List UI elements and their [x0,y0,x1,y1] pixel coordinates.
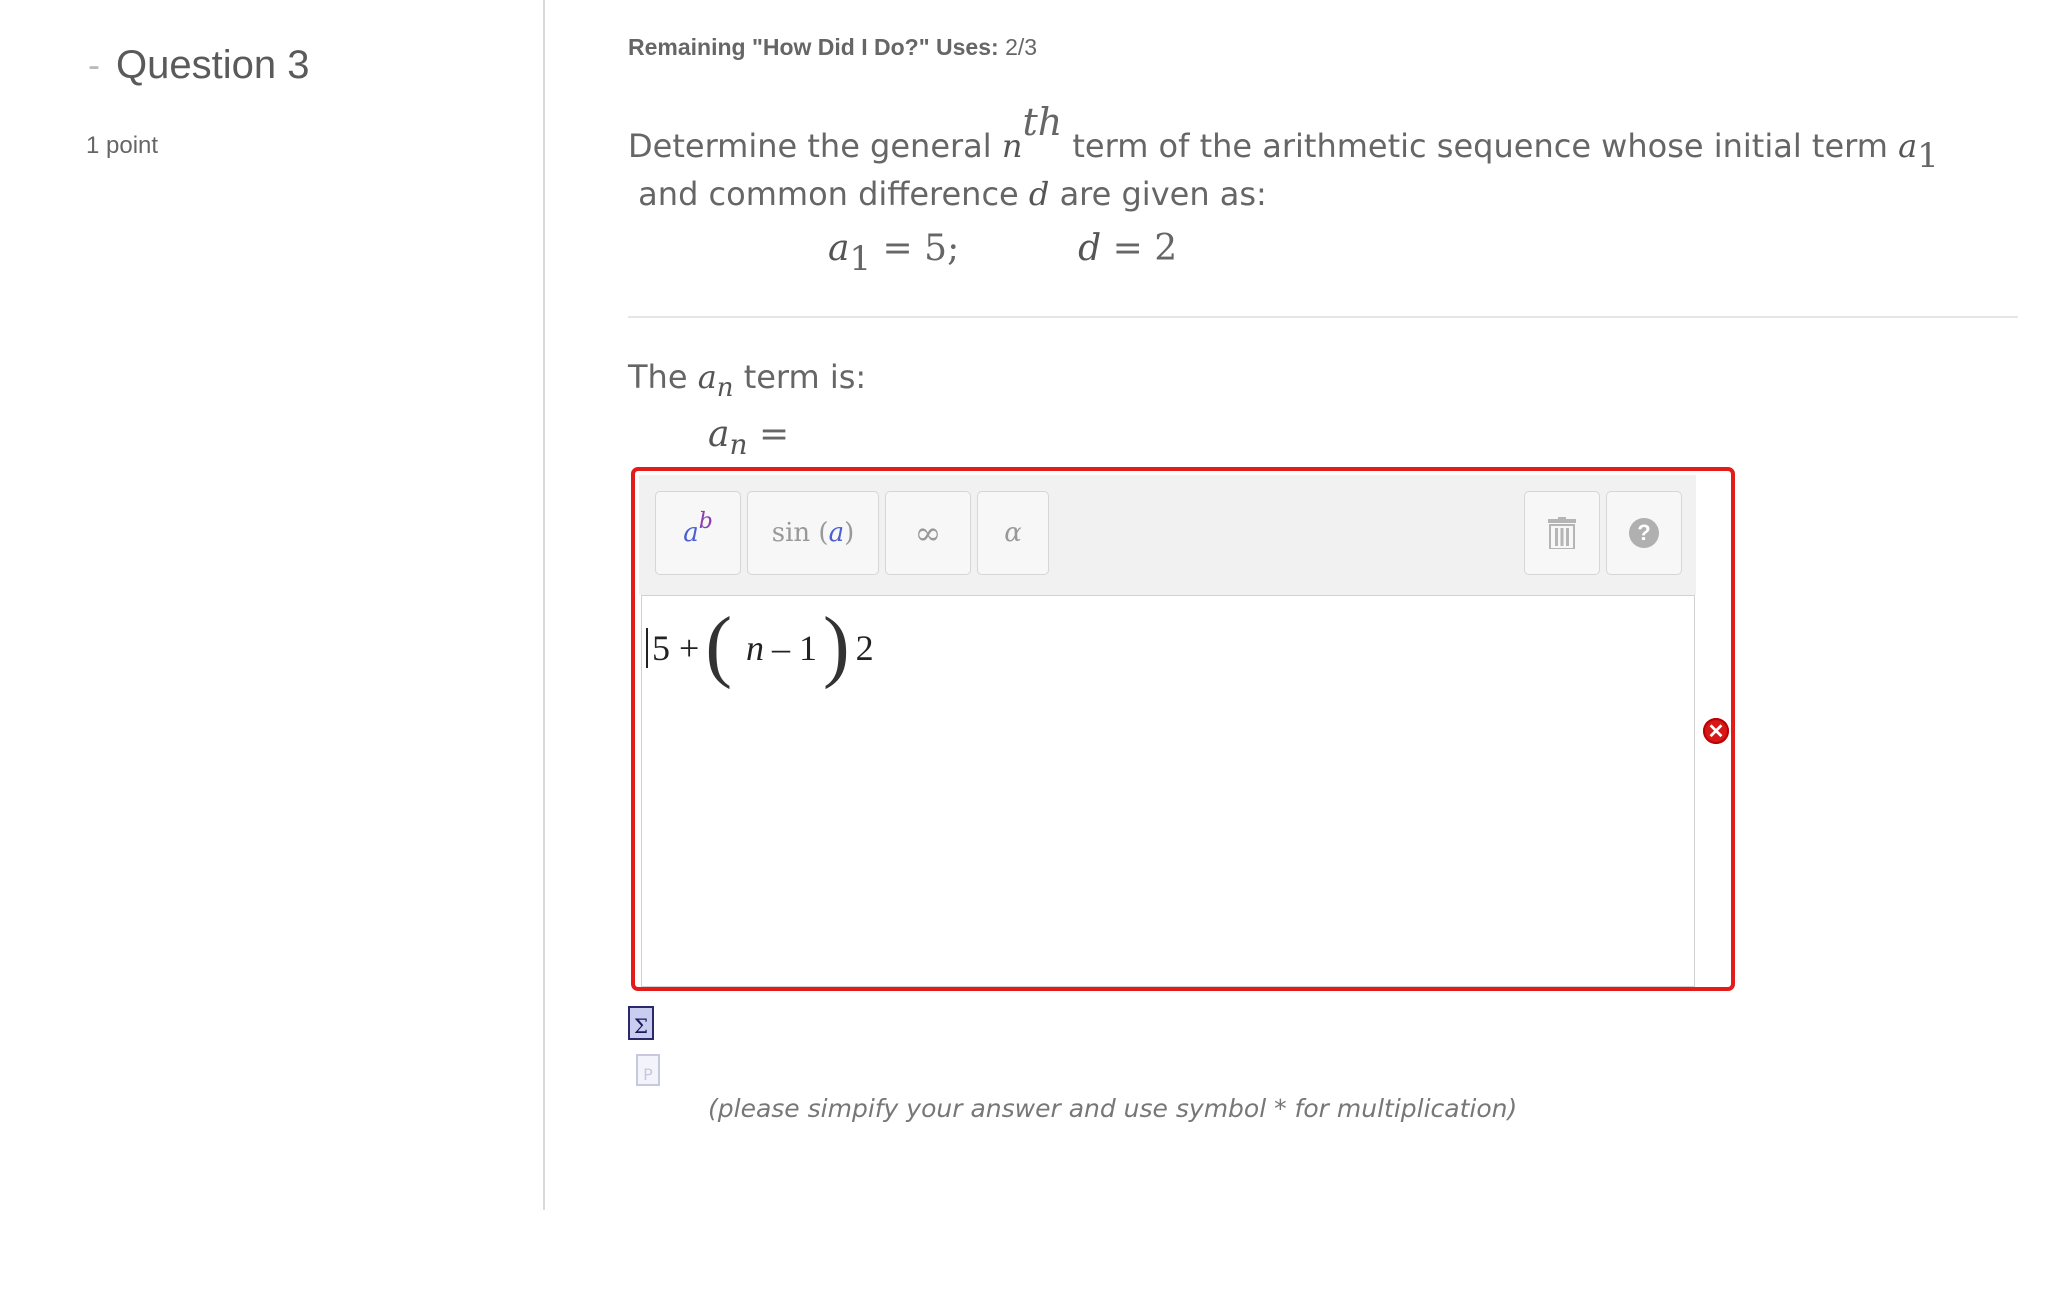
incorrect-status-icon: ✕ [1703,718,1729,744]
function-suffix: ) [844,518,855,548]
help-button[interactable]: ? [1606,491,1682,575]
superscript-exponent: b [698,508,713,534]
given-d-var: d [1078,228,1102,269]
prompt-d-var: d [1028,175,1050,213]
collapse-toggle[interactable]: - [88,45,100,85]
answer-hint: (please simpify your answer and use symb… [708,1094,1518,1123]
given-d-value: = 2 [1101,228,1178,269]
trash-icon [1548,517,1576,549]
answer-label-a-var: a [697,358,717,396]
given-values: a1 = 5; d = 2 [828,228,1178,279]
superscript-button[interactable]: ab [655,491,741,575]
answer-equation-label: an = [708,414,790,461]
prompt-th-superscript: th [1022,100,1063,144]
given-a1-subscript: 1 [849,239,872,279]
remaining-uses-value: 2/3 [1005,34,1038,60]
prompt-a-var: a [1898,127,1918,165]
section-divider [628,316,2018,318]
expr-right-paren: ) [822,602,850,690]
given-a1-var: a [828,228,850,269]
infinity-button[interactable]: ∞ [885,491,971,575]
given-a1-value: = 5; [871,228,960,269]
equation-editor-icon[interactable]: Σ [628,1006,654,1040]
preview-icon[interactable]: P [636,1054,660,1086]
trash-button[interactable] [1524,491,1600,575]
answer-label-suffix: term is: [743,358,867,396]
prompt-n-var: n [1001,127,1023,165]
greek-button[interactable]: α [977,491,1049,575]
expr-left-paren: ( [705,602,732,690]
function-arg: a [828,518,845,548]
editor-expression: 5 + ( n – 1 ) 2 [646,606,874,690]
question-sidebar: - Question 3 1 point [0,0,545,1210]
math-editor[interactable]: 5 + ( n – 1 ) 2 [641,595,1695,987]
answer-eq-equals: = [747,414,790,455]
prompt-text-1: Determine the general [628,127,992,165]
math-toolbar: ab sin (a) ∞ α ? [639,475,1696,595]
prompt-text-4: are given as: [1059,175,1267,213]
answer-label-prefix: The [628,358,688,396]
answer-label: The an term is: [628,358,867,403]
answer-label-n-subscript: n [716,373,734,403]
remaining-uses: Remaining "How Did I Do?" Uses: 2/3 [628,34,1037,61]
remaining-uses-label: Remaining "How Did I Do?" Uses: [628,34,999,60]
prompt-text-2: term of the arithmetic sequence whose in… [1072,127,1888,165]
question-prompt: Determine the general nth term of the ar… [628,100,1988,218]
answer-eq-n-subscript: n [729,428,748,461]
help-icon: ? [1629,518,1659,548]
prompt-a-subscript: 1 [1917,136,1939,176]
answer-input-frame: ab sin (a) ∞ α ? 5 + ( n – 1) 2 [631,467,1735,991]
function-prefix: sin ( [771,518,829,548]
function-button[interactable]: sin (a) [747,491,879,575]
superscript-base: a [683,518,699,548]
expr-minus-one: – 1 [771,628,817,668]
answer-eq-a-var: a [708,414,730,455]
expr-term1: 5 + [652,628,700,668]
question-heading: - Question 3 [88,42,309,88]
question-points: 1 point [86,132,159,159]
question-title: Question 3 [116,43,310,87]
prompt-text-3: and common difference [638,175,1019,213]
expr-factor: 2 [855,628,874,668]
text-cursor [646,628,648,668]
expr-var-n: n [745,628,764,668]
